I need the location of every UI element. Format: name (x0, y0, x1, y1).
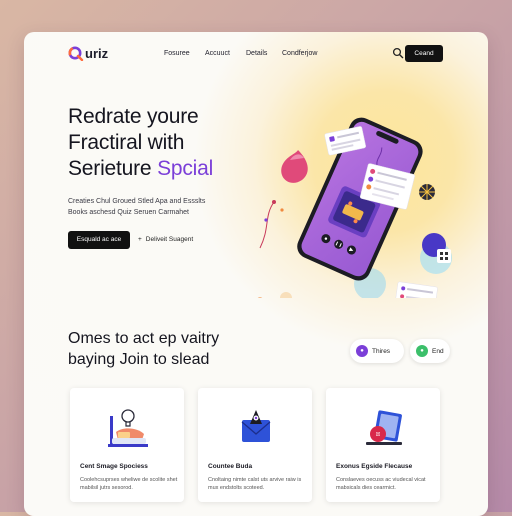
secondary-cta-link[interactable]: + Deliveit Suagent (138, 236, 193, 243)
hero-title: Redrate youre Fractiral with Serieture S… (68, 104, 213, 182)
feature-desc-3: Conslaeves oecuss ac viudecal vicat mabs… (336, 477, 426, 491)
feature-desc-2: Cnoltaing nimte calst uts arvive raiw is… (208, 477, 302, 491)
feature-title-3: Exonus Egside Flecause (336, 463, 413, 470)
hero-description: Creaties Chul Groued Stled Apa and Esssl… (68, 196, 248, 218)
feature-card-2[interactable]: Countee Buda Cnoltaing nimte calst uts a… (198, 388, 312, 502)
feature-title-2: Countee Buda (208, 463, 253, 470)
circle-dot-icon: ● (356, 345, 368, 357)
feature-card-1[interactable]: Cent Smage Spociess Coolehcsuprses wheli… (70, 388, 184, 502)
section-title-line-2: baying Join to slead (68, 351, 210, 368)
nav-link-features[interactable]: Fosuree (164, 50, 190, 57)
hero-title-line-1: Redrate youre (68, 105, 199, 128)
lightbulb-icon (108, 409, 148, 447)
svg-text:¤: ¤ (376, 431, 381, 439)
hero-phone-illustration (257, 117, 452, 298)
top-nav: uriz Fosuree Accuuct Details Condferjow … (24, 32, 488, 76)
envelope-icon (241, 410, 271, 442)
feature-desc-1: Coolehcsuprses wheliwe de scolite shet m… (80, 477, 178, 491)
primary-cta-button[interactable]: Esquald ac ace (68, 231, 130, 249)
pill-label-themes: Thires (372, 347, 391, 355)
hero-title-line-2: Fractiral with (68, 131, 185, 154)
feature-card-3[interactable]: ¤ Exonus Egside Flecause Conslaeves oecu… (326, 388, 440, 502)
secondary-cta-label: Deliveit Suagent (145, 236, 194, 243)
laptop-icon: ¤ (366, 410, 402, 445)
floating-card-bottom (394, 281, 438, 298)
circle-dot-icon: ● (416, 345, 428, 357)
nav-link-account[interactable]: Accuuct (205, 50, 230, 57)
pill-button-end[interactable]: ● End (410, 339, 450, 363)
plus-icon: + (138, 236, 142, 243)
hero-desc-line-1: Creaties Chul Groued Stled Apa and Esssl… (68, 198, 206, 205)
hero-title-plain: Serieture (68, 157, 152, 180)
section-title: Omes to act ep vaitry baying Join to sle… (68, 328, 219, 370)
nav-link-details[interactable]: Details (246, 50, 267, 57)
search-icon[interactable] (392, 47, 404, 59)
feature-title-1: Cent Smage Spociess (80, 463, 148, 470)
pill-label-end: End (432, 347, 444, 355)
hero-desc-line-2: Books aschesd Quiz Seruen Carmahet (68, 209, 190, 216)
nav-cta-button[interactable]: Ceand (405, 45, 443, 62)
landing-page-card: uriz Fosuree Accuuct Details Condferjow … (24, 32, 488, 516)
drop-shape (281, 150, 308, 183)
hero-title-line-3: Serieture Spcial (68, 156, 213, 182)
section-title-line-1: Omes to act ep vaitry (68, 330, 220, 347)
brand-name: uriz (85, 45, 109, 61)
brand-logo[interactable]: uriz (68, 45, 108, 61)
hero-title-accent: Spcial (157, 157, 214, 180)
pill-button-themes[interactable]: ● Thires (350, 339, 404, 363)
nav-link-conference[interactable]: Condferjow (282, 50, 317, 57)
logo-mark-icon (68, 46, 84, 61)
